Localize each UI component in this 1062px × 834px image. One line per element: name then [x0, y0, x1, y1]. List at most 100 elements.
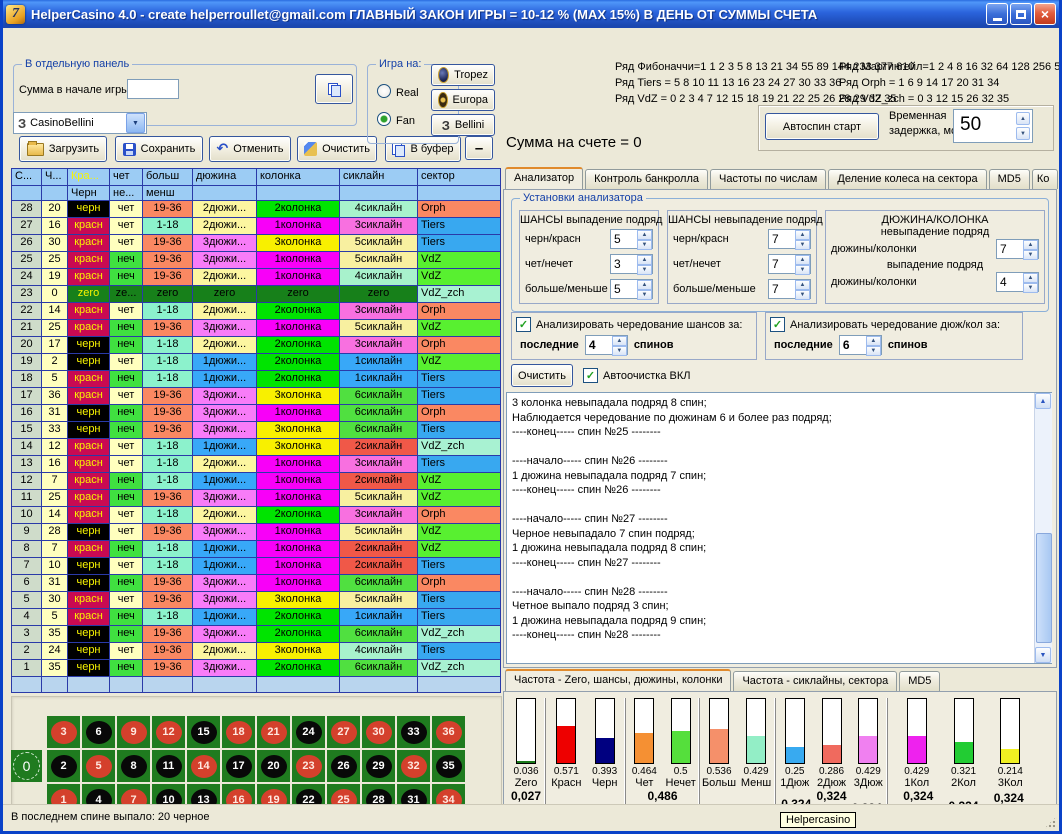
casino-button-europa[interactable]: Europa — [431, 89, 495, 111]
chances-miss-spinner-2-up-icon[interactable]: ▲ — [795, 255, 810, 265]
sum-start-input[interactable] — [127, 79, 179, 99]
freq-tab-2[interactable]: Частота - сиклайны, сектора — [733, 671, 897, 691]
history-cell: 26 — [12, 235, 42, 252]
load-button[interactable]: Загрузить — [19, 136, 107, 162]
alternation-chances-checkbox[interactable]: ✓ — [516, 317, 531, 332]
casino-select[interactable]: З CasinoBellini ▼ — [13, 112, 147, 134]
chances-hit-spinner-3-down-icon[interactable]: ▼ — [637, 290, 652, 300]
roulette-number-30[interactable]: 30 — [362, 716, 395, 748]
autospin-start-button[interactable]: Автоспин старт — [765, 113, 879, 140]
history-cell: VdZ_zch — [418, 660, 501, 677]
freq-tab-1[interactable]: Частота - Zero, шансы, дюжины, колонки — [505, 669, 731, 691]
chances-miss-spinner-1-up-icon[interactable]: ▲ — [795, 230, 810, 240]
undo-button[interactable]: ↶Отменить — [209, 136, 291, 162]
autoclear-checkbox[interactable]: ✓ — [583, 368, 598, 383]
roulette-number-15[interactable]: 15 — [187, 716, 220, 748]
scroll-down-icon[interactable]: ▼ — [1035, 647, 1051, 663]
casino-button-bellini[interactable]: ЗBellini — [431, 114, 495, 136]
radio-real[interactable]: Real — [377, 84, 419, 99]
dozen-miss-spinner[interactable]: 7▲▼ — [996, 239, 1039, 259]
roulette-number-5[interactable]: 5 — [82, 750, 115, 782]
tab-4[interactable]: Деление колеса на сектора — [828, 169, 986, 189]
roulette-number-14[interactable]: 14 — [187, 750, 220, 782]
resize-grip[interactable] — [1044, 816, 1057, 829]
delay-down-button[interactable]: ▼ — [1016, 127, 1030, 140]
dozen-miss-spinner-down-icon[interactable]: ▼ — [1023, 250, 1038, 260]
chances-miss-spinner-2-down-icon[interactable]: ▼ — [795, 265, 810, 275]
chances-hit-spinner-3[interactable]: 5▲▼ — [610, 279, 653, 299]
analyzer-log[interactable]: 3 колонка невыпадала подряд 8 спин; Набл… — [506, 392, 1052, 664]
dozen-hit-spinner-up-icon[interactable]: ▲ — [1023, 273, 1038, 283]
radio-fan[interactable]: Fan — [377, 112, 415, 127]
chances-hit-spinner-2-up-icon[interactable]: ▲ — [637, 255, 652, 265]
close-button[interactable]: × — [1034, 3, 1056, 25]
chances-miss-spinner-1[interactable]: 7▲▼ — [768, 229, 811, 249]
roulette-number-3[interactable]: 3 — [47, 716, 80, 748]
roulette-number-27[interactable]: 27 — [327, 716, 360, 748]
roulette-number-32[interactable]: 32 — [397, 750, 430, 782]
chances-miss-spinner-2[interactable]: 7▲▼ — [768, 254, 811, 274]
roulette-number-23[interactable]: 23 — [292, 750, 325, 782]
tab-5[interactable]: MD5 — [989, 169, 1030, 189]
chances-miss-spinner-3[interactable]: 7▲▼ — [768, 279, 811, 299]
last-spins-dozen-spinner-down-icon[interactable]: ▼ — [866, 346, 881, 356]
chances-hit-spinner-1-down-icon[interactable]: ▼ — [637, 240, 652, 250]
roulette-number-20[interactable]: 20 — [257, 750, 290, 782]
detach-panel-group-label: В отдельную панель — [22, 58, 132, 70]
last-spins-chances-spinner-down-icon[interactable]: ▼ — [612, 346, 627, 356]
roulette-number-35[interactable]: 35 — [432, 750, 465, 782]
tab-2[interactable]: Контроль банкролла — [585, 169, 708, 189]
collapse-button[interactable]: – — [465, 136, 493, 160]
roulette-number-8[interactable]: 8 — [117, 750, 150, 782]
maximize-button[interactable] — [1010, 3, 1032, 25]
last-spins-chances-spinner-up-icon[interactable]: ▲ — [612, 336, 627, 346]
chances-hit-spinner-3-up-icon[interactable]: ▲ — [637, 280, 652, 290]
scroll-up-icon[interactable]: ▲ — [1035, 393, 1051, 409]
save-button[interactable]: Сохранить — [115, 136, 203, 162]
last-spins-dozen-spinner-up-icon[interactable]: ▲ — [866, 336, 881, 346]
roulette-number-18[interactable]: 18 — [222, 716, 255, 748]
chances-miss-spinner-3-up-icon[interactable]: ▲ — [795, 280, 810, 290]
freq-tab-3[interactable]: MD5 — [899, 671, 940, 691]
tab-1[interactable]: Анализатор — [505, 167, 583, 189]
roulette-number-9[interactable]: 9 — [117, 716, 150, 748]
delay-spinner[interactable]: 50 ▲ ▼ — [953, 109, 1033, 143]
last-spins-dozen-spinner[interactable]: 6▲▼ — [839, 335, 882, 355]
delay-up-button[interactable]: ▲ — [1016, 112, 1030, 125]
roulette-number-21[interactable]: 21 — [257, 716, 290, 748]
roulette-number-17[interactable]: 17 — [222, 750, 255, 782]
chances-hit-spinner-2-down-icon[interactable]: ▼ — [637, 265, 652, 275]
analyzer-settings-label: Установки анализатора — [520, 192, 646, 204]
chances-miss-spinner-1-down-icon[interactable]: ▼ — [795, 240, 810, 250]
chances-hit-spinner-2[interactable]: 3▲▼ — [610, 254, 653, 274]
roulette-number-12[interactable]: 12 — [152, 716, 185, 748]
dozen-miss-spinner-up-icon[interactable]: ▲ — [1023, 240, 1038, 250]
roulette-number-0[interactable]: 0 — [11, 750, 42, 782]
roulette-number-11[interactable]: 11 — [152, 750, 185, 782]
roulette-number-6[interactable]: 6 — [82, 716, 115, 748]
dozen-hit-spinner-down-icon[interactable]: ▼ — [1023, 283, 1038, 293]
alternation-dozen-checkbox[interactable]: ✓ — [770, 317, 785, 332]
roulette-number-33[interactable]: 33 — [397, 716, 430, 748]
clear-log-button[interactable]: Очистить — [511, 364, 573, 387]
dozen-hit-spinner[interactable]: 4▲▼ — [996, 272, 1039, 292]
roulette-number-24[interactable]: 24 — [292, 716, 325, 748]
chances-miss-spinner-3-down-icon[interactable]: ▼ — [795, 290, 810, 300]
chevron-down-icon[interactable]: ▼ — [126, 113, 145, 133]
roulette-number-29[interactable]: 29 — [362, 750, 395, 782]
roulette-number-36[interactable]: 36 — [432, 716, 465, 748]
table-row: 224чернчет19-362дюжи...3колонка4сиклайнT… — [12, 643, 501, 660]
tab-6[interactable]: Ко — [1032, 169, 1058, 189]
roulette-number-2[interactable]: 2 — [47, 750, 80, 782]
log-scrollbar[interactable]: ▲ ▼ — [1034, 393, 1052, 663]
detach-panel-button[interactable] — [315, 74, 353, 104]
scrollbar-thumb[interactable] — [1036, 533, 1052, 643]
roulette-number-26[interactable]: 26 — [327, 750, 360, 782]
minimize-button[interactable] — [986, 3, 1008, 25]
casino-button-tropez[interactable]: Tropez — [431, 64, 495, 86]
chances-hit-spinner-1[interactable]: 5▲▼ — [610, 229, 653, 249]
last-spins-chances-spinner[interactable]: 4▲▼ — [585, 335, 628, 355]
clear-button[interactable]: Очистить — [297, 136, 377, 162]
chances-hit-spinner-1-up-icon[interactable]: ▲ — [637, 230, 652, 240]
tab-3[interactable]: Частоты по числам — [710, 169, 826, 189]
